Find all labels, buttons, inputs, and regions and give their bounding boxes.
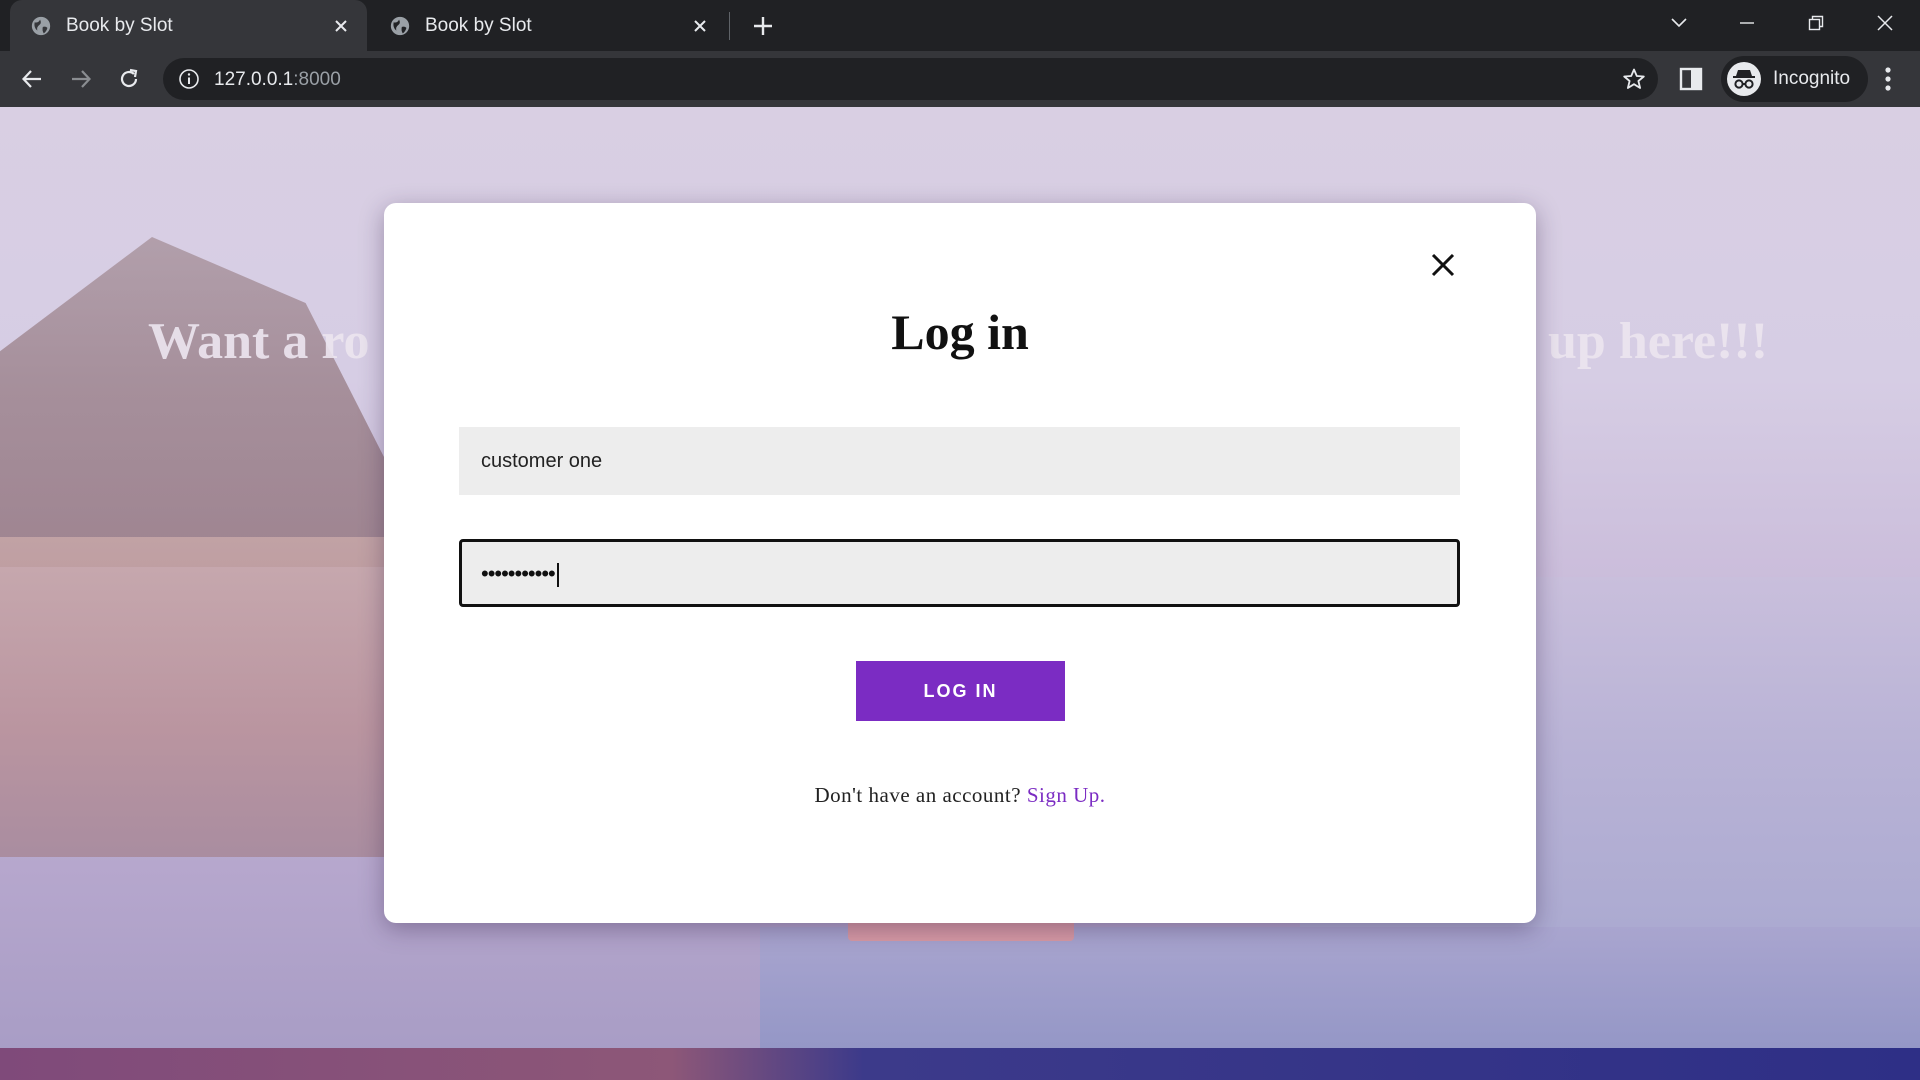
url-host: 127.0.0.1 — [214, 69, 294, 90]
password-input[interactable] — [459, 539, 1460, 607]
signup-prompt: Don't have an account? Sign Up. — [384, 783, 1536, 808]
minimize-icon — [1740, 22, 1754, 24]
plus-icon — [754, 17, 772, 35]
reload-icon — [120, 68, 138, 88]
browser-toolbar: 127.0.0.1:8000 Incognito — [0, 51, 1920, 107]
background-bottom-band — [0, 1048, 1920, 1080]
star-icon[interactable] — [1622, 67, 1646, 91]
url-text: 127.0.0.1:8000 — [214, 69, 341, 91]
profile-label: Incognito — [1773, 68, 1851, 89]
info-icon[interactable] — [178, 68, 200, 90]
tab-search-button[interactable] — [1659, 6, 1699, 40]
login-modal: Log in ••••••••••• LOG IN Don't have an … — [384, 203, 1536, 923]
kebab-menu-icon[interactable] — [1874, 64, 1902, 94]
tab-separator — [729, 12, 730, 40]
hero-heading-left: Want a ro — [148, 313, 370, 370]
hero-heading-right: up here!!! — [1548, 313, 1769, 370]
tab-strip: Book by Slot Book by Slot — [0, 0, 1920, 51]
close-icon[interactable] — [688, 14, 712, 38]
reload-button[interactable] — [112, 62, 146, 96]
tab-title: Book by Slot — [425, 14, 532, 36]
incognito-profile-button[interactable]: Incognito — [1721, 56, 1869, 102]
side-panel-icon[interactable] — [1678, 66, 1704, 92]
address-bar[interactable]: 127.0.0.1:8000 — [163, 58, 1658, 100]
globe-icon — [390, 16, 410, 35]
tab-book-by-slot-1[interactable]: Book by Slot — [10, 0, 367, 51]
close-window-button[interactable] — [1865, 6, 1905, 40]
close-icon — [1431, 253, 1455, 277]
forward-button[interactable] — [64, 62, 98, 96]
back-button[interactable] — [15, 62, 49, 96]
tab-book-by-slot-2[interactable]: Book by Slot — [369, 0, 726, 51]
close-icon[interactable] — [329, 14, 353, 38]
background-deck — [0, 537, 420, 857]
restore-button[interactable] — [1796, 6, 1836, 40]
new-tab-button[interactable] — [748, 11, 778, 41]
background-hut-roof — [0, 237, 440, 567]
signup-prompt-text: Don't have an account? — [814, 783, 1022, 807]
username-input[interactable] — [459, 427, 1460, 495]
page-viewport: Want a ro up here!!! Log in ••••••••••• … — [0, 107, 1920, 1080]
forward-arrow-icon — [72, 70, 92, 88]
login-button[interactable]: LOG IN — [856, 661, 1065, 721]
incognito-icon — [1727, 62, 1761, 96]
close-icon — [1877, 15, 1893, 31]
tab-title: Book by Slot — [66, 14, 173, 36]
chevron-down-icon — [1671, 18, 1687, 28]
modal-close-button[interactable] — [1426, 248, 1460, 282]
signup-link[interactable]: Sign Up. — [1027, 783, 1106, 807]
back-arrow-icon — [21, 70, 41, 88]
modal-title: Log in — [891, 304, 1029, 360]
restore-icon — [1808, 15, 1824, 31]
globe-icon — [31, 16, 51, 35]
url-port: :8000 — [293, 69, 341, 90]
minimize-button[interactable] — [1727, 6, 1767, 40]
